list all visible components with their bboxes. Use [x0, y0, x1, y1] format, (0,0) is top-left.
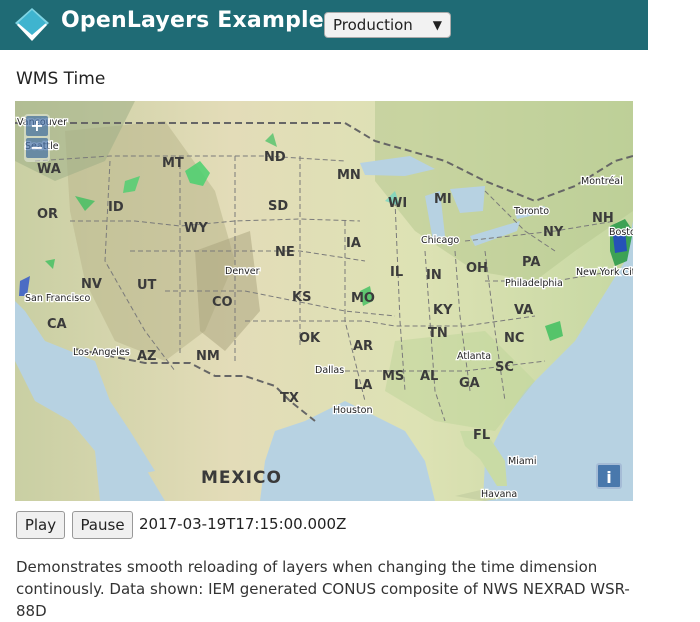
- state-label: PA: [522, 255, 540, 270]
- zoom-out-button[interactable]: −: [26, 138, 48, 158]
- state-label: TX: [280, 391, 299, 406]
- state-label: AL: [420, 369, 438, 384]
- state-label: IA: [346, 236, 361, 251]
- state-label: MS: [382, 369, 404, 384]
- state-label: NC: [504, 331, 524, 346]
- state-label: NE: [275, 245, 295, 260]
- state-label: ID: [108, 200, 124, 215]
- state-label: MT: [162, 156, 184, 171]
- city-label: Denver: [225, 266, 260, 277]
- state-label: MN: [337, 168, 361, 183]
- state-label: MI: [434, 192, 452, 207]
- city-label: San Francisco: [25, 293, 90, 304]
- city-label: Chicago: [421, 235, 459, 246]
- state-label: IL: [390, 265, 403, 280]
- city-label: Havana: [481, 489, 517, 500]
- state-label: ND: [264, 150, 286, 165]
- zoom-controls: + −: [24, 114, 50, 162]
- pause-button[interactable]: Pause: [72, 511, 133, 539]
- state-label: OR: [37, 207, 58, 222]
- state-label: GA: [459, 376, 480, 391]
- city-label: Atlanta: [457, 351, 491, 362]
- brand-title[interactable]: OpenLayers Examples: [61, 8, 337, 33]
- city-label: Houston: [333, 405, 372, 416]
- state-label: VA: [514, 303, 533, 318]
- state-label: WA: [37, 162, 61, 177]
- state-label: AZ: [137, 349, 157, 364]
- state-label: WY: [184, 221, 208, 236]
- state-label: AR: [353, 339, 373, 354]
- attribution-info-button[interactable]: i: [596, 463, 622, 489]
- state-label: CA: [47, 317, 67, 332]
- state-label: CO: [212, 295, 233, 310]
- city-label: Miami: [508, 456, 537, 467]
- mode-select-value: Production: [333, 16, 413, 34]
- city-label: New York City: [576, 267, 633, 278]
- city-label: Montréal: [581, 176, 623, 187]
- state-label: KS: [292, 290, 311, 305]
- example-description: Demonstrates smooth reloading of layers …: [16, 558, 630, 620]
- state-label: MO: [351, 291, 375, 306]
- state-label: FL: [473, 428, 490, 443]
- app-header: OpenLayers Examples Production ▼: [0, 0, 648, 50]
- city-label: Philadelphia: [505, 278, 563, 289]
- state-label: TN: [428, 326, 448, 341]
- country-label: MEXICO: [201, 468, 282, 488]
- city-label: Toronto: [513, 206, 549, 217]
- timestamp-display: 2017-03-19T17:15:00.000Z: [139, 515, 347, 533]
- state-label: SC: [495, 360, 514, 375]
- map-canvas[interactable]: WA OR CA ID NV MT WY UT AZ CO NM ND SD N…: [15, 101, 633, 501]
- state-label: UT: [137, 278, 157, 293]
- city-label: Dallas: [315, 365, 344, 376]
- state-label: OH: [466, 261, 488, 276]
- state-label: OK: [299, 331, 321, 346]
- mode-select[interactable]: Production ▼: [324, 12, 451, 38]
- city-label: Boston: [609, 227, 633, 238]
- openlayers-logo-icon[interactable]: [14, 7, 50, 43]
- city-label: Los Angeles: [73, 347, 130, 358]
- state-label: NY: [543, 225, 564, 240]
- zoom-in-button[interactable]: +: [26, 116, 48, 136]
- state-label: LA: [354, 378, 372, 393]
- state-label: SD: [268, 199, 288, 214]
- play-button[interactable]: Play: [16, 511, 65, 539]
- chevron-down-icon: ▼: [432, 18, 442, 32]
- state-label: NV: [81, 277, 102, 292]
- map-viewport[interactable]: WA OR CA ID NV MT WY UT AZ CO NM ND SD N…: [15, 101, 633, 501]
- state-label: IN: [426, 268, 442, 283]
- state-label: NM: [196, 349, 220, 364]
- state-label: WI: [388, 196, 407, 211]
- page-title: WMS Time: [16, 69, 106, 89]
- state-label: NH: [592, 211, 614, 226]
- state-label: KY: [433, 303, 453, 318]
